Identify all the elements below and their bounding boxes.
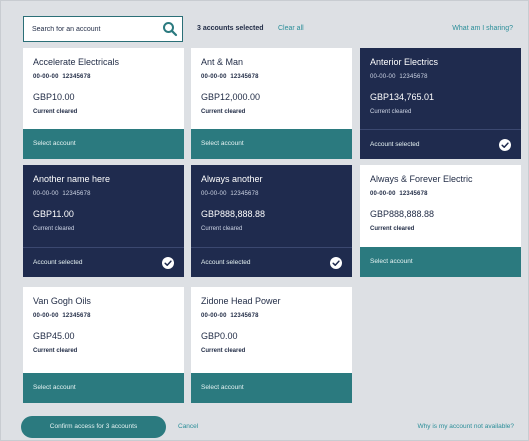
account-details: 00-00-00 12345678 <box>201 191 259 197</box>
account-balance: GBP45.00 <box>33 331 75 341</box>
account-card: Van Gogh Oils 00-00-00 12345678 GBP45.00… <box>23 287 184 403</box>
sort-code: 00-00-00 <box>201 313 227 319</box>
account-card-selected: Anterior Electrics 00-00-00 12345678 GBP… <box>360 48 521 159</box>
account-card: Accelerate Electricals 00-00-00 12345678… <box>23 48 184 159</box>
account-balance: GBP10.00 <box>33 92 75 102</box>
account-name: Ant & Man <box>201 57 244 67</box>
account-selected-button[interactable]: Account selected <box>360 129 521 159</box>
sort-code: 00-00-00 <box>201 74 227 80</box>
account-name: Accelerate Electricals <box>33 57 120 67</box>
select-account-button[interactable]: Select account <box>360 247 521 277</box>
account-selected-button[interactable]: Account selected <box>191 247 352 277</box>
account-details: 00-00-00 12345678 <box>201 313 259 319</box>
balance-status: Current cleared <box>201 109 246 115</box>
account-selected-label: Account selected <box>201 259 251 266</box>
account-number: 12345678 <box>62 191 91 197</box>
account-details: 00-00-00 12345678 <box>201 74 259 80</box>
account-name: Another name here <box>33 174 111 184</box>
balance-status: Current cleared <box>370 226 415 232</box>
check-icon <box>162 257 174 269</box>
account-card: Ant & Man 00-00-00 12345678 GBP12,000.00… <box>191 48 352 159</box>
account-card: Zidone Head Power 00-00-00 12345678 GBP0… <box>191 287 352 403</box>
account-number: 12345678 <box>62 74 91 80</box>
check-icon <box>499 139 511 151</box>
search-input[interactable] <box>24 17 156 41</box>
account-name: Van Gogh Oils <box>33 296 91 306</box>
account-number: 12345678 <box>399 191 428 197</box>
account-card-selected: Another name here 00-00-00 12345678 GBP1… <box>23 165 184 277</box>
account-selected-label: Account selected <box>370 141 420 148</box>
account-number: 12345678 <box>230 313 259 319</box>
account-selected-label: Account selected <box>33 259 83 266</box>
account-name: Anterior Electrics <box>370 57 439 67</box>
balance-status: Current cleared <box>370 109 412 115</box>
account-number: 12345678 <box>399 74 428 80</box>
select-account-button[interactable]: Select account <box>23 129 184 159</box>
account-card-selected: Always another 00-00-00 12345678 GBP888,… <box>191 165 352 277</box>
cancel-link[interactable]: Cancel <box>178 423 198 430</box>
balance-status: Current cleared <box>33 226 75 232</box>
account-balance: GBP0.00 <box>201 331 238 341</box>
account-card: Always & Forever Electric 00-00-00 12345… <box>360 165 521 277</box>
balance-status: Current cleared <box>201 226 243 232</box>
balance-status: Current cleared <box>33 348 78 354</box>
search-icon[interactable] <box>161 20 179 38</box>
account-name: Always another <box>201 174 263 184</box>
account-details: 00-00-00 12345678 <box>33 191 91 197</box>
account-balance: GBP888,888.88 <box>201 209 266 219</box>
clear-all-link[interactable]: Clear all <box>278 25 304 32</box>
sort-code: 00-00-00 <box>370 191 396 197</box>
account-selected-button[interactable]: Account selected <box>23 247 184 277</box>
selected-count: 3 accounts selected <box>197 25 264 32</box>
account-selection-page: 3 accounts selected Clear all What am I … <box>0 0 529 441</box>
account-balance: GBP134,765.01 <box>370 92 435 102</box>
account-details: 00-00-00 12345678 <box>33 313 91 319</box>
account-name: Always & Forever Electric <box>370 174 473 184</box>
why-account-not-available-link[interactable]: Why is my account not available? <box>418 423 514 430</box>
select-account-label: Select account <box>201 384 244 391</box>
select-account-button[interactable]: Select account <box>23 373 184 403</box>
sort-code: 00-00-00 <box>33 74 59 80</box>
select-account-button[interactable]: Select account <box>191 373 352 403</box>
balance-status: Current cleared <box>33 109 78 115</box>
balance-status: Current cleared <box>201 348 246 354</box>
top-bar: 3 accounts selected Clear all What am I … <box>18 11 527 43</box>
confirm-access-button[interactable]: Confirm access for 3 accounts <box>21 416 166 438</box>
account-balance: GBP12,000.00 <box>201 92 261 102</box>
account-balance: GBP11.00 <box>33 209 74 219</box>
sort-code: 00-00-00 <box>33 191 59 197</box>
select-account-label: Select account <box>33 140 76 147</box>
select-account-label: Select account <box>33 384 76 391</box>
select-account-label: Select account <box>370 258 413 265</box>
account-number: 12345678 <box>230 191 259 197</box>
select-account-button[interactable]: Select account <box>191 129 352 159</box>
check-icon <box>330 257 342 269</box>
sort-code: 00-00-00 <box>201 191 227 197</box>
account-details: 00-00-00 12345678 <box>370 191 428 197</box>
account-balance: GBP888,888.88 <box>370 209 435 219</box>
account-name: Zidone Head Power <box>201 296 281 306</box>
account-number: 12345678 <box>62 313 91 319</box>
account-details: 00-00-00 12345678 <box>33 74 91 80</box>
account-number: 12345678 <box>230 74 259 80</box>
account-details: 00-00-00 12345678 <box>370 74 428 80</box>
what-am-i-sharing-link[interactable]: What am I sharing? <box>452 25 513 32</box>
search-box <box>23 16 183 42</box>
sort-code: 00-00-00 <box>370 74 396 80</box>
sort-code: 00-00-00 <box>33 313 59 319</box>
select-account-label: Select account <box>201 140 244 147</box>
